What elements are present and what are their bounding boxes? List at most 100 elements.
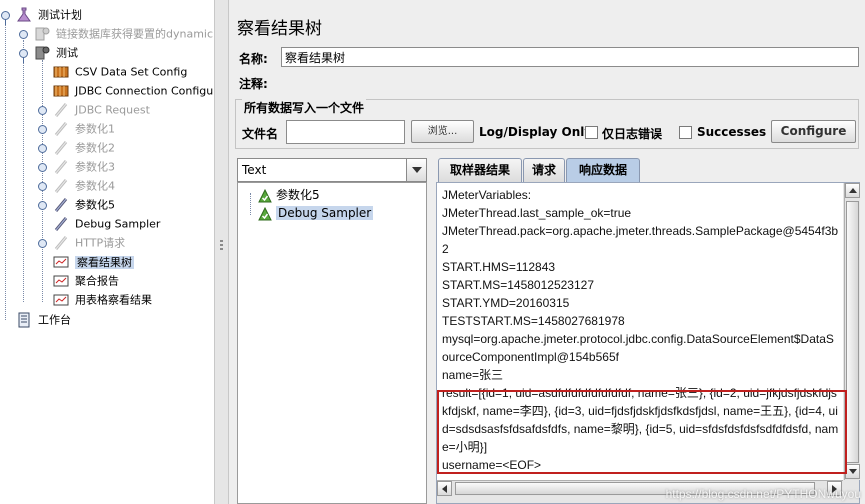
vertical-scrollbar[interactable] (844, 183, 860, 480)
tree-node-test-plan[interactable]: 测试计划 (16, 5, 82, 24)
sampler-icon (54, 198, 68, 212)
sampler-icon (54, 141, 68, 155)
comment-field[interactable] (281, 72, 859, 92)
expand-handle[interactable] (38, 125, 47, 134)
write-to-file-title: 所有数据写入一个文件 (242, 99, 367, 116)
renderer-select[interactable]: Text (237, 158, 427, 182)
chevron-down-icon[interactable] (406, 159, 426, 181)
name-field[interactable] (281, 47, 859, 67)
expand-handle[interactable] (38, 106, 47, 115)
listener-icon (53, 256, 69, 268)
tree-node-param2[interactable]: 参数化2 (53, 138, 115, 157)
tree-node-label: 参数化1 (75, 122, 115, 136)
response-data-panel: JMeterVariables: JMeterThread.last_sampl… (436, 182, 860, 504)
workbench-icon (18, 312, 30, 328)
tree-connector (23, 40, 24, 302)
tree-node-debug-sampler[interactable]: Debug Sampler (53, 214, 160, 233)
tree-node-label: 测试 (56, 46, 78, 60)
thread-group-icon (35, 27, 50, 41)
tree-node-label: HTTP请求 (75, 236, 126, 250)
tree-node-thread-group[interactable]: 测试 (34, 43, 78, 62)
tree-node-jdbc-config[interactable]: JDBC Connection Configurat (53, 81, 214, 100)
divider-grip (220, 240, 223, 242)
split-pane-divider[interactable] (214, 0, 229, 504)
tree-node-label: JDBC Request (75, 103, 150, 117)
tree-node-label: 察看结果树 (75, 255, 134, 269)
log-display-label: Log/Display Only: (479, 125, 597, 139)
successes-label: Successes (697, 125, 767, 139)
expand-handle[interactable] (38, 163, 47, 172)
config-element-icon (53, 85, 69, 97)
page-title: 察看结果树 (237, 19, 322, 39)
sampler-icon (54, 236, 68, 250)
sampler-icon (54, 103, 68, 117)
test-plan-tree[interactable]: 测试计划 链接数据库获得要置的dynamic 测试 CSV Data Set C… (0, 0, 214, 504)
scroll-thumb[interactable] (846, 201, 859, 463)
tree-node-label: 参数化4 (75, 179, 115, 193)
listener-icon (53, 294, 69, 306)
tree-node-table-results[interactable]: 用表格察看结果 (53, 290, 152, 309)
result-item-param5[interactable]: 参数化5 (258, 186, 320, 204)
tree-node-label: 参数化5 (75, 198, 115, 212)
tree-node-db-setup[interactable]: 链接数据库获得要置的dynamic (34, 24, 213, 43)
tree-node-label: Debug Sampler (75, 217, 161, 231)
tree-node-csv-config[interactable]: CSV Data Set Config (53, 62, 187, 81)
errors-only-checkbox[interactable] (585, 126, 598, 139)
expand-handle[interactable] (38, 144, 47, 153)
configure-button[interactable]: Configure (771, 120, 856, 143)
divider-grip (220, 244, 223, 246)
tree-node-http-request[interactable]: HTTP请求 (53, 233, 125, 252)
successes-checkbox[interactable] (679, 126, 692, 139)
view-results-tree-panel: 察看结果树 名称: 注释: 所有数据写入一个文件 文件名 浏览... Log/D… (229, 0, 865, 504)
expand-handle[interactable] (19, 49, 28, 63)
errors-only-label: 仅日志错误 (602, 127, 663, 141)
result-item-label: 参数化5 (276, 188, 320, 202)
tree-node-aggregate-report[interactable]: 聚合报告 (53, 271, 119, 290)
tab-response-data[interactable]: 响应数据 (566, 158, 640, 182)
tree-connector (5, 18, 6, 320)
tab-request[interactable]: 请求 (523, 158, 565, 182)
tree-node-label: 链接数据库获得要置的dynamic (56, 27, 214, 41)
tree-node-label: 工作台 (38, 313, 71, 327)
tree-node-label: CSV Data Set Config (75, 65, 188, 79)
tree-node-workbench[interactable]: 工作台 (16, 310, 71, 329)
comment-label: 注释: (239, 77, 268, 91)
tree-node-label: 测试计划 (38, 8, 82, 22)
response-text: JMeterVariables: JMeterThread.last_sampl… (442, 188, 839, 472)
scroll-down-button[interactable] (845, 464, 860, 479)
listener-icon (53, 275, 69, 287)
sampler-icon (54, 217, 68, 231)
tree-node-param5[interactable]: 参数化5 (53, 195, 115, 214)
tree-node-label: 聚合报告 (75, 274, 119, 288)
tab-sampler-result[interactable]: 取样器结果 (438, 158, 522, 182)
tree-node-param1[interactable]: 参数化1 (53, 119, 115, 138)
tree-node-label: 参数化2 (75, 141, 115, 155)
result-item-label: Debug Sampler (276, 206, 374, 220)
renderer-selected-value: Text (242, 163, 267, 177)
name-label: 名称: (239, 52, 268, 66)
result-item-debug-sampler[interactable]: Debug Sampler (258, 204, 374, 222)
success-icon (258, 206, 272, 220)
sample-result-tree[interactable]: 参数化5 Debug Sampler (237, 182, 427, 504)
expand-handle[interactable] (38, 182, 47, 191)
tree-node-param4[interactable]: 参数化4 (53, 176, 115, 195)
expand-handle[interactable] (19, 30, 28, 39)
expand-handle[interactable] (1, 11, 10, 25)
scroll-left-button[interactable] (437, 481, 452, 496)
filename-input[interactable] (286, 120, 405, 144)
expand-handle[interactable] (38, 201, 47, 210)
tree-connector (42, 60, 43, 302)
expand-handle[interactable] (38, 239, 47, 248)
watermark: https://blog.csdn.net/PYTHONwuyou (665, 487, 861, 501)
tree-node-jdbc-request[interactable]: JDBC Request (53, 100, 150, 119)
tree-node-param3[interactable]: 参数化3 (53, 157, 115, 176)
tree-node-view-results-tree[interactable]: 察看结果树 (53, 252, 134, 271)
config-element-icon (53, 66, 69, 78)
scroll-up-button[interactable] (845, 183, 860, 198)
tree-node-label: JDBC Connection Configurat (75, 84, 214, 98)
sampler-icon (54, 122, 68, 136)
browse-button[interactable]: 浏览... (411, 120, 474, 143)
response-text-area[interactable]: JMeterVariables: JMeterThread.last_sampl… (437, 183, 843, 480)
filename-label: 文件名 (242, 127, 279, 141)
sampler-icon (54, 160, 68, 174)
